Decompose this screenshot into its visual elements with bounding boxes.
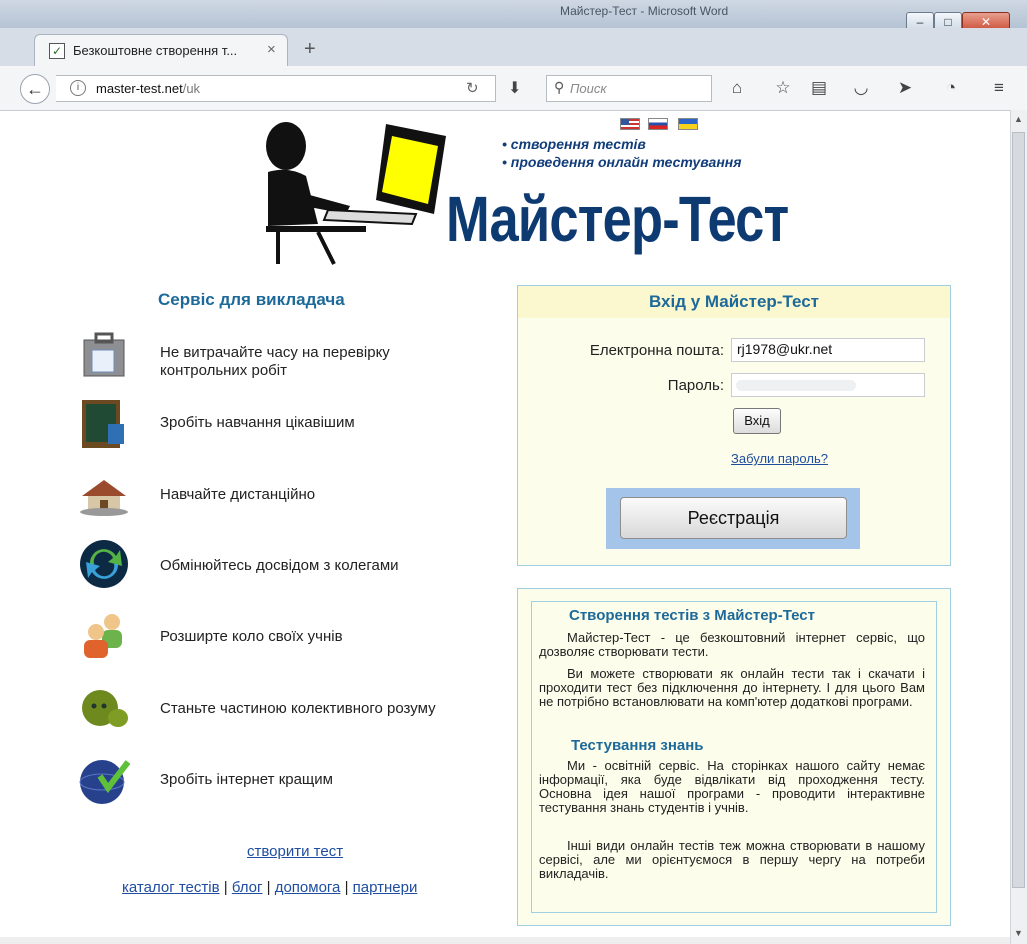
ru-flag-icon[interactable]: [648, 118, 668, 130]
section-title-teacher: Сервіс для викладача: [158, 290, 345, 309]
password-field[interactable]: [731, 373, 925, 397]
info-paragraph-2: Ви можете створювати як онлайн тести так…: [539, 666, 925, 709]
search-input[interactable]: Поиск: [570, 81, 607, 96]
tagline-2: • проведення онлайн тестування: [502, 154, 742, 170]
create-test-link[interactable]: створити тест: [247, 843, 343, 860]
password-label: Пароль:: [667, 377, 724, 394]
scroll-up-icon[interactable]: ▲: [1014, 114, 1023, 124]
tab-title: Безкоштовне створення т...: [73, 43, 238, 58]
help-link[interactable]: допомога: [275, 879, 341, 896]
tagline-1: • створення тестів: [502, 136, 646, 152]
separator: |: [262, 879, 275, 896]
feature-label-1: Не витрачайте часу на перевірку контроль…: [160, 344, 390, 379]
scroll-down-icon[interactable]: ▼: [1014, 928, 1023, 938]
reload-icon[interactable]: ↻: [466, 79, 479, 97]
home-icon[interactable]: ⌂: [726, 78, 748, 98]
logo-text: Майстер-Тест: [446, 183, 789, 255]
menu-hamburger-icon[interactable]: ≡: [988, 78, 1010, 98]
back-arrow-icon[interactable]: ←: [20, 74, 50, 104]
blog-link[interactable]: блог: [232, 879, 263, 896]
info-paragraph-1: Майстер-Тест - це безкоштовний інтернет …: [539, 630, 925, 659]
feature-label-5: Розширте коло своїх учнів: [160, 628, 343, 645]
info-heading-testing: Тестування знань: [571, 737, 704, 754]
login-button[interactable]: Вхід: [733, 408, 781, 434]
house-icon: [80, 480, 128, 516]
login-title: Вхід у Майстер-Тест: [648, 292, 820, 311]
scrollbar-thumb[interactable]: [1012, 132, 1025, 888]
url-path: /uk: [182, 81, 201, 96]
feature-label-2: Зробіть навчання цікавішим: [160, 414, 355, 431]
info-paragraph-4: Інші види онлайн тестів теж можна створю…: [539, 838, 925, 881]
us-flag-icon[interactable]: [620, 118, 640, 130]
create-test-link-wrap: створити тест: [247, 843, 343, 861]
catalog-link[interactable]: каталог тестів: [122, 879, 220, 896]
email-field[interactable]: rj1978@ukr.net: [731, 338, 925, 362]
tab-close-icon[interactable]: ×: [267, 41, 276, 58]
info-paragraph-3: Ми - освітній сервіс. На сторінках нашог…: [539, 758, 925, 815]
feature-label-6: Станьте частиною колективного розуму: [160, 700, 436, 717]
site-info-icon[interactable]: i: [70, 80, 86, 96]
browser-tab[interactable]: ✓ Безкоштовне створення т... ×: [34, 34, 288, 66]
window-bottom-edge: [0, 937, 1010, 944]
separator: |: [340, 879, 353, 896]
new-tab-icon[interactable]: +: [304, 38, 316, 61]
pocket-icon[interactable]: ◡: [850, 78, 872, 98]
feature-label-7: Зробіть інтернет кращим: [160, 771, 333, 788]
logo-person-illustration: [266, 122, 446, 265]
window-title: Майстер-Тест - Microsoft Word: [560, 4, 729, 18]
feature-label-4: Обмінюйтесь досвідом з колегами: [160, 557, 399, 574]
download-icon[interactable]: ⬇: [508, 78, 521, 98]
info-heading-create: Створення тестів з Майстер-Тест: [569, 607, 815, 624]
reading-list-icon[interactable]: ▤: [808, 78, 830, 98]
send-icon[interactable]: ➤: [894, 78, 916, 98]
partners-link[interactable]: партнери: [353, 879, 418, 896]
url-text[interactable]: master-test.net/uk: [96, 81, 200, 96]
email-label: Електронна пошта:: [589, 342, 724, 359]
ua-flag-icon[interactable]: [678, 118, 698, 130]
footer-links: каталог тестів | блог | допомога | партн…: [122, 879, 417, 897]
globe-check-icon: [79, 760, 130, 804]
feature-label-3: Навчайте дистанційно: [160, 486, 316, 503]
history-icon[interactable]: ◔: [940, 78, 962, 98]
forgot-password-link-wrap: Забули пароль?: [731, 451, 828, 466]
bookmark-star-icon[interactable]: ☆: [772, 78, 794, 98]
separator: |: [219, 879, 232, 896]
favicon-check-icon: ✓: [49, 43, 65, 59]
window-titlebar: [0, 0, 1027, 28]
register-button[interactable]: Реєстрація: [620, 497, 847, 539]
briefcase-icon: [83, 332, 125, 377]
url-host: master-test.net: [96, 81, 183, 96]
users-icon: [84, 614, 122, 658]
search-icon: ⚲: [554, 79, 565, 95]
chalkboard-icon: [82, 400, 124, 448]
blob-icon: [82, 690, 128, 727]
exchange-icon: [80, 540, 128, 588]
forgot-password-link[interactable]: Забули пароль?: [731, 451, 828, 466]
